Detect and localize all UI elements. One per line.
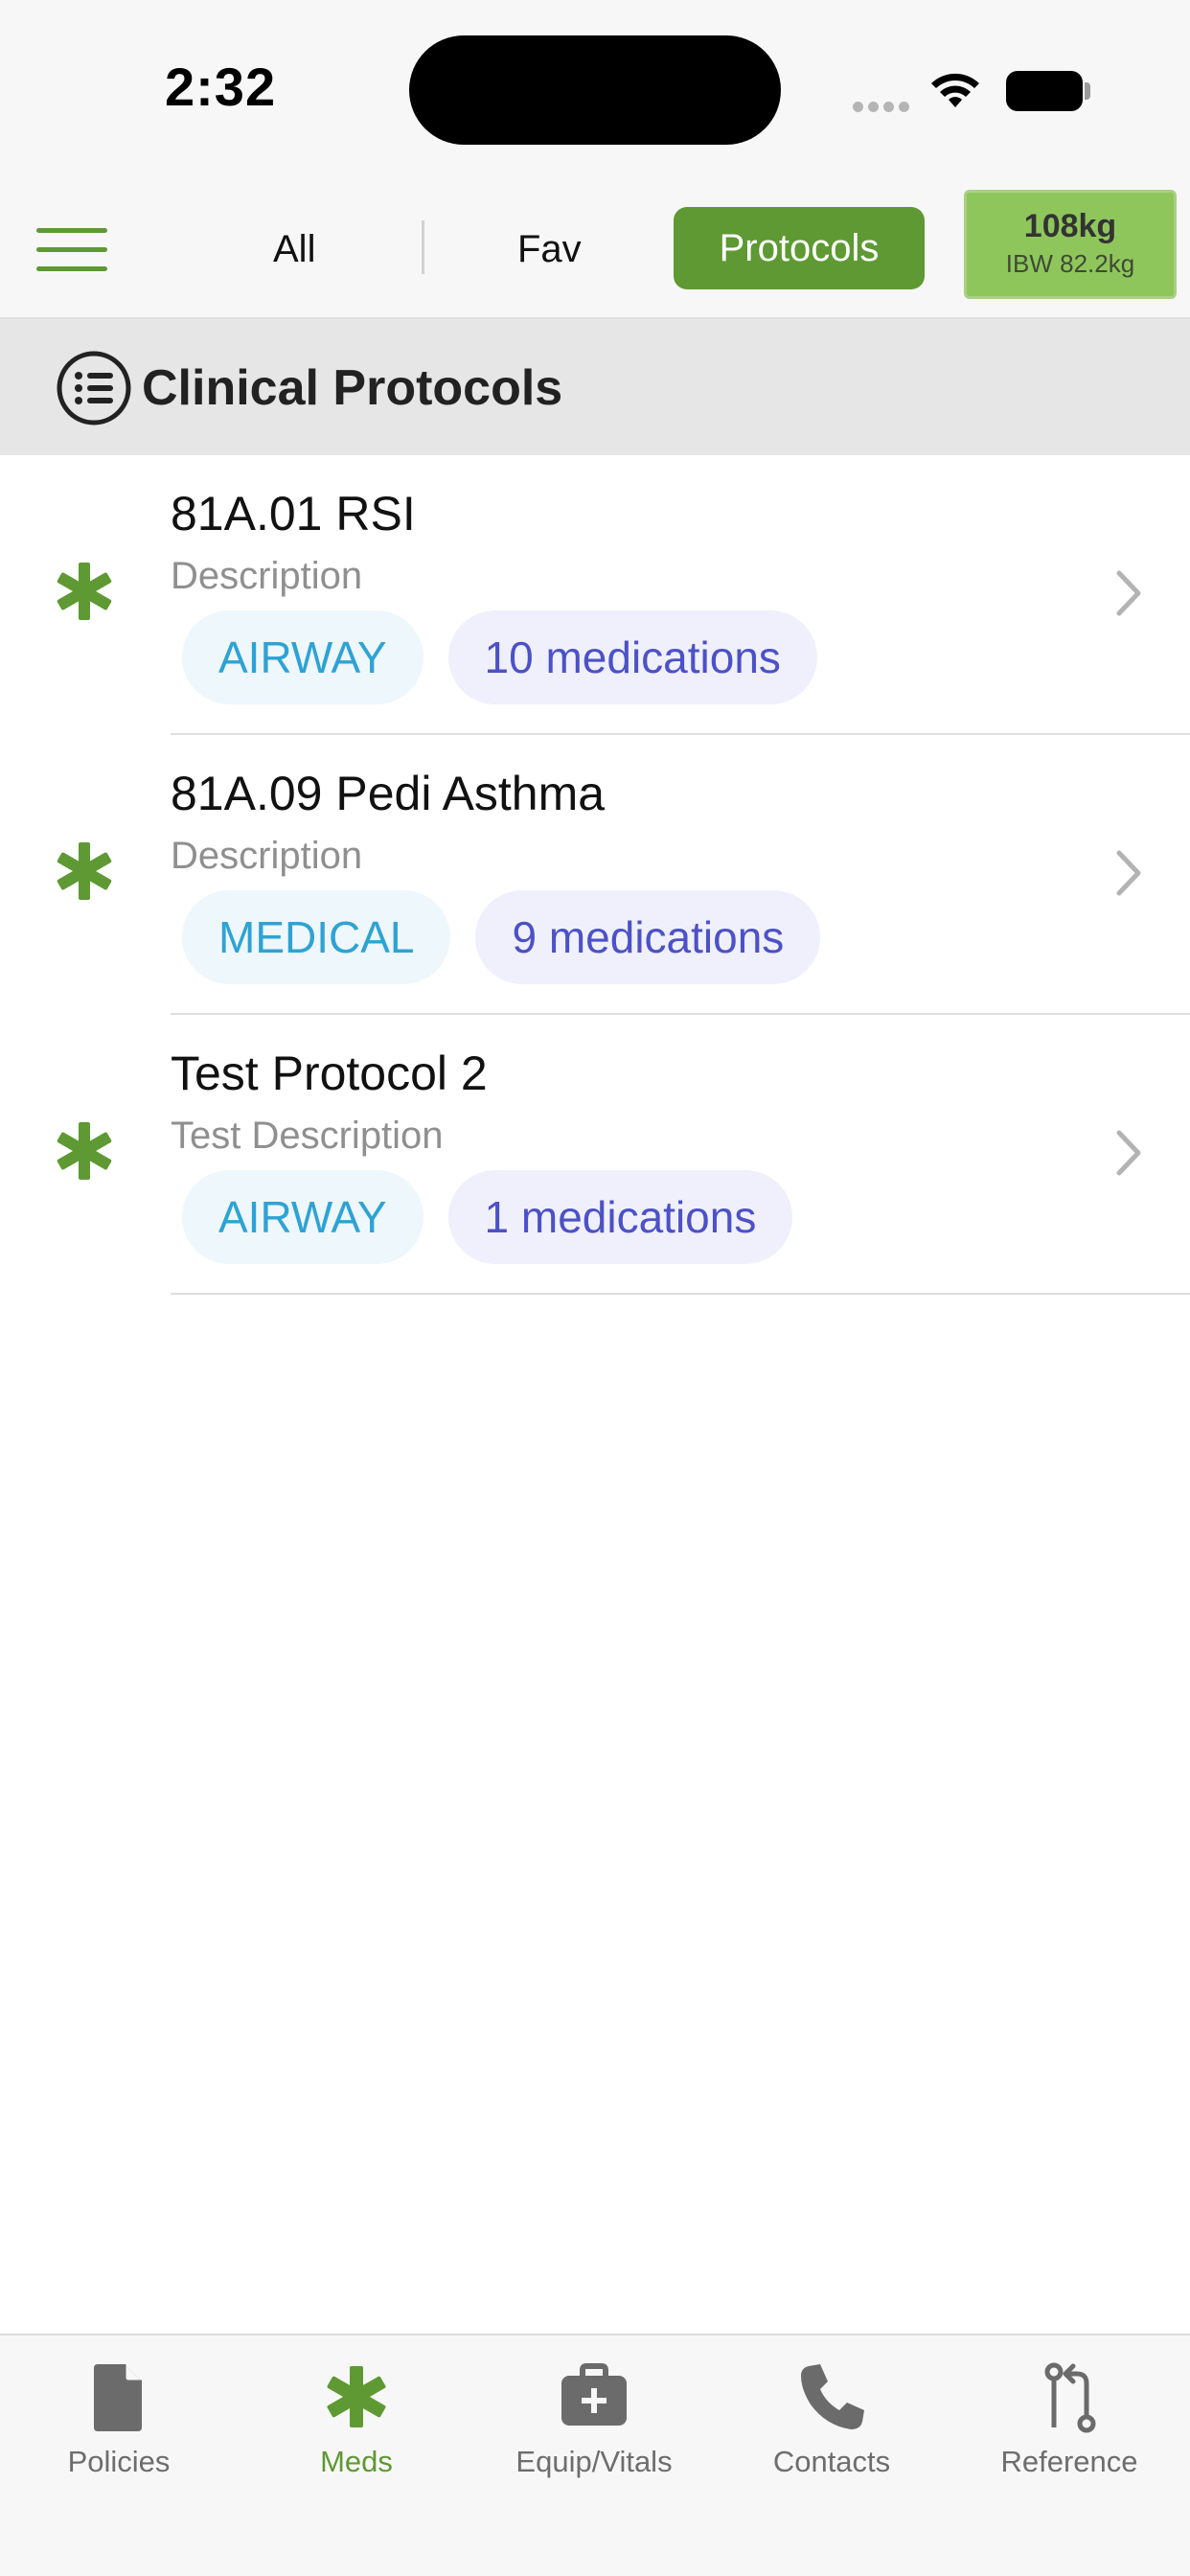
protocol-row[interactable]: 81A.01 RSI Description AIRWAY 10 medicat…	[0, 455, 1190, 735]
bottom-tab-bar: Policies Meds Equip/Vitals Contacts Refe…	[0, 2334, 1190, 2576]
asterisk-icon	[57, 842, 112, 900]
medications-count-chip: 1 medications	[447, 1170, 793, 1264]
tab-equip-vitals[interactable]: Equip/Vitals	[475, 2355, 713, 2479]
protocol-row[interactable]: Test Protocol 2 Test Description AIRWAY …	[0, 1015, 1190, 1295]
segment-protocols[interactable]: Protocols	[674, 207, 925, 289]
protocol-description: Description	[171, 835, 363, 877]
battery-tip	[1085, 82, 1090, 100]
asterisk-icon	[57, 563, 112, 620]
tab-reference[interactable]: Reference	[950, 2355, 1188, 2479]
status-time: 2:32	[165, 57, 277, 117]
document-icon	[94, 2364, 142, 2431]
weight-value: 108kg	[1023, 208, 1117, 244]
compare-arrows-icon	[1044, 2362, 1096, 2433]
section-header: Clinical Protocols	[0, 319, 1190, 455]
patient-weight-button[interactable]: 108kg IBW 82.2kg	[964, 190, 1177, 299]
category-chip: AIRWAY	[182, 610, 423, 704]
protocol-title: 81A.09 Pedi Asthma	[171, 767, 606, 820]
protocol-description: Description	[171, 555, 363, 597]
dynamic-island	[409, 35, 781, 145]
category-chip: AIRWAY	[182, 1170, 423, 1264]
status-bar: 2:32	[0, 0, 1190, 182]
chevron-right-icon	[1116, 850, 1141, 896]
tab-label: Meds	[320, 2445, 393, 2478]
medications-count-chip: 10 medications	[447, 610, 817, 704]
protocol-tags: AIRWAY 1 medications	[182, 1170, 793, 1264]
tab-label: Contacts	[772, 2445, 891, 2478]
protocol-description: Test Description	[171, 1115, 444, 1157]
tab-label: Equip/Vitals	[515, 2445, 673, 2478]
row-divider	[171, 1293, 1190, 1295]
wifi-icon	[931, 73, 979, 107]
category-chip: MEDICAL	[182, 890, 451, 984]
section-title: Clinical Protocols	[142, 360, 563, 416]
cellular-signal-icon	[853, 100, 914, 117]
protocol-title: 81A.01 RSI	[171, 487, 416, 540]
tab-label: Policies	[67, 2445, 171, 2478]
chevron-right-icon	[1116, 570, 1141, 616]
medications-count-chip: 9 medications	[475, 890, 821, 984]
asterisk-icon	[57, 1122, 112, 1180]
protocol-list: 81A.01 RSI Description AIRWAY 10 medicat…	[0, 455, 1190, 1295]
tab-policies[interactable]: Policies	[0, 2355, 238, 2479]
protocol-title: Test Protocol 2	[171, 1046, 488, 1100]
phone-icon	[801, 2364, 864, 2429]
segment-divider	[422, 220, 424, 274]
list-circle-icon	[57, 351, 131, 426]
protocol-row[interactable]: 81A.09 Pedi Asthma Description MEDICAL 9…	[0, 735, 1190, 1015]
tab-label: Reference	[1000, 2445, 1138, 2478]
segment-fav[interactable]: Fav	[517, 228, 582, 271]
segment-all[interactable]: All	[273, 228, 315, 271]
tab-contacts[interactable]: Contacts	[713, 2355, 950, 2479]
asterisk-icon	[327, 2366, 386, 2427]
protocol-tags: AIRWAY 10 medications	[182, 610, 817, 704]
battery-icon	[1006, 71, 1083, 111]
top-navigation: All Fav Protocols 108kg IBW 82.2kg	[0, 182, 1190, 319]
tab-meds[interactable]: Meds	[238, 2355, 475, 2479]
chevron-right-icon	[1116, 1130, 1141, 1176]
protocol-tags: MEDICAL 9 medications	[182, 890, 821, 984]
medkit-icon	[561, 2363, 627, 2426]
menu-icon[interactable]	[36, 228, 107, 272]
ibw-value: IBW 82.2kg	[1005, 249, 1135, 278]
